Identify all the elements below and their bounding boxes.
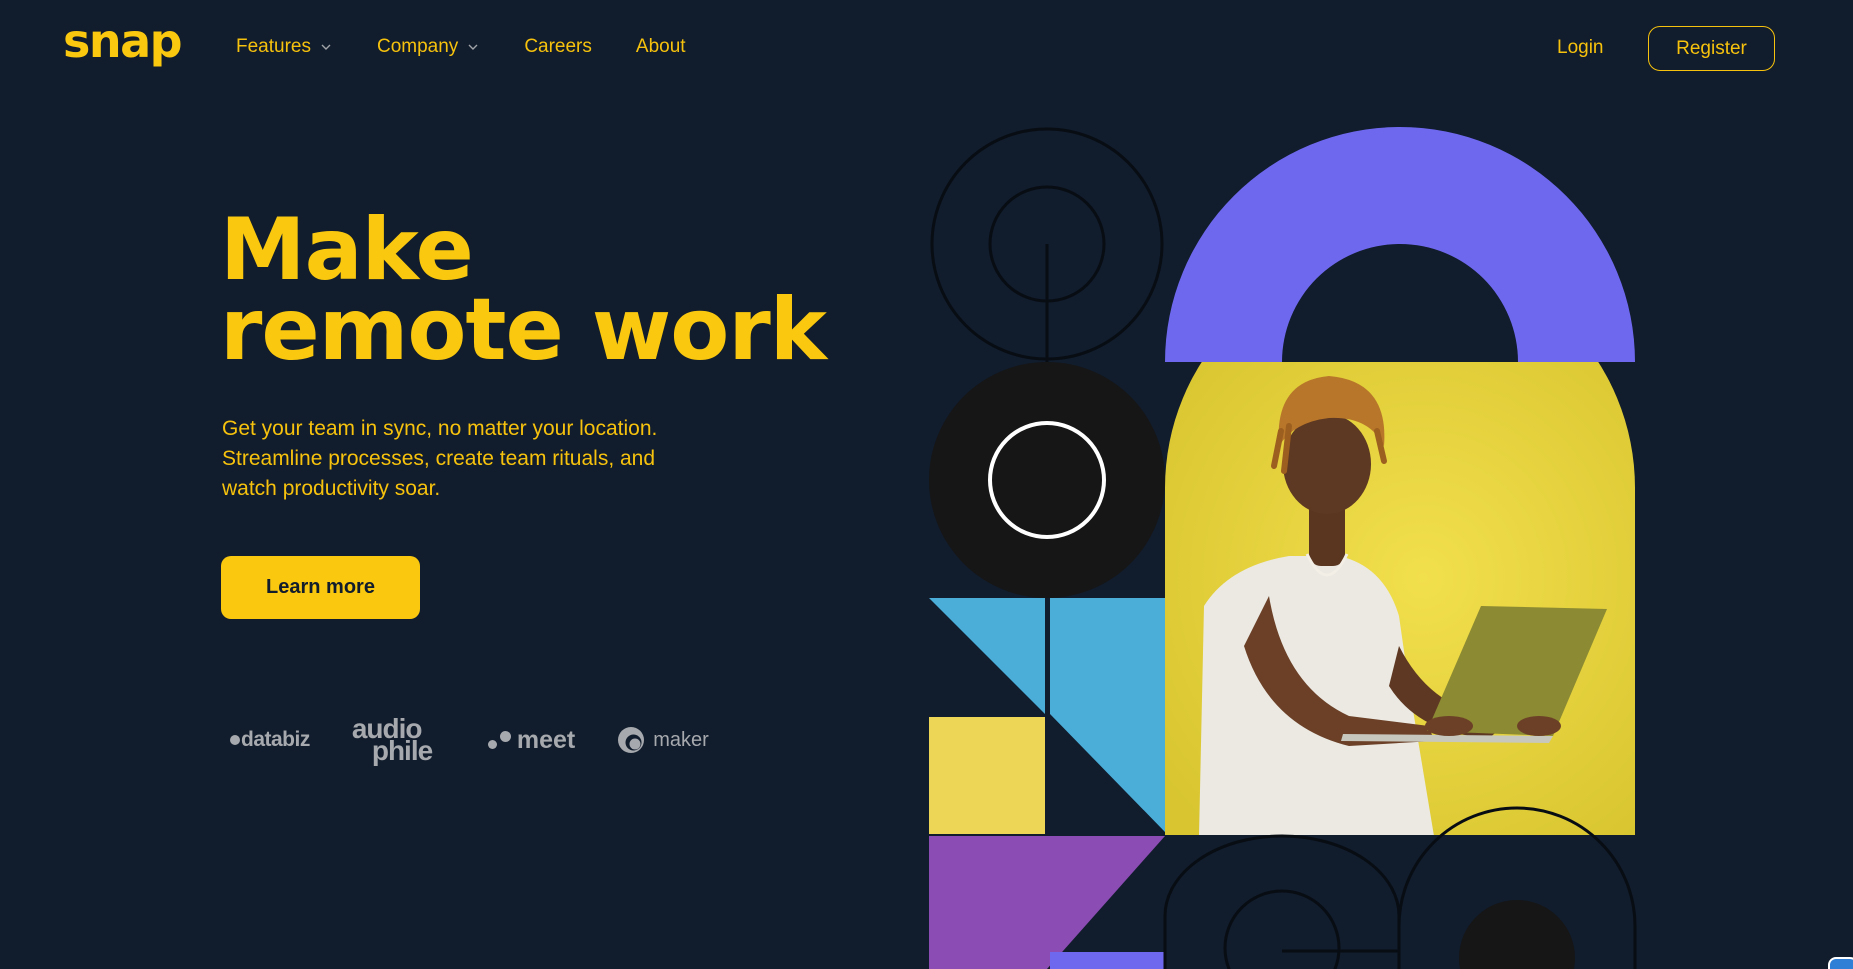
meet-dots-icon: [487, 730, 511, 749]
violet-triangle-shape: [929, 836, 1165, 969]
nav-item-careers[interactable]: Careers: [524, 36, 592, 58]
main-nav: Features Company Careers About: [236, 36, 730, 58]
chevron-down-icon: [468, 44, 478, 50]
hero-description-line: Get your team in sync, no matter your lo…: [222, 417, 658, 440]
hero-description-line: watch productivity soar.: [222, 477, 441, 500]
purple-bar-shape: [1050, 952, 1165, 969]
brand-logo[interactable]: snap: [63, 18, 183, 64]
audiophile-logo: audio phile: [352, 715, 446, 766]
register-button[interactable]: Register: [1648, 26, 1775, 71]
learn-more-button[interactable]: Learn more: [221, 556, 420, 619]
help-widget-button[interactable]: [1828, 957, 1853, 969]
hero-title-line: remote work: [220, 280, 827, 380]
blue-triangle-shape: [929, 598, 1045, 714]
nav-item-label: About: [635, 36, 686, 57]
purple-arch-shape: [1165, 127, 1635, 362]
login-link[interactable]: Login: [1557, 37, 1604, 59]
black-disc-shape: [1459, 900, 1575, 969]
landing-page: snap Features Company Careers About Logi…: [0, 0, 1853, 969]
databiz-logo-text: databiz: [241, 728, 310, 751]
yellow-square-shape: [929, 717, 1045, 834]
meet-logo: meet: [487, 725, 576, 755]
hero-title-line: Make: [220, 200, 474, 300]
nav-item-about[interactable]: About: [636, 36, 686, 58]
nav-item-features[interactable]: Features: [236, 36, 333, 58]
outline-circles-icon: [930, 127, 1164, 362]
hero-title: Make remote work: [220, 200, 827, 380]
nav-item-label: Careers: [524, 36, 592, 57]
black-disc-shape: [929, 362, 1165, 598]
client-logos: databiz audio phile meet maker: [230, 712, 709, 768]
databiz-logo: databiz: [230, 728, 310, 752]
maker-logo: maker: [617, 726, 709, 754]
nav-item-label: Features: [236, 36, 311, 57]
nav-item-label: Company: [376, 36, 459, 57]
audiophile-logo-text: phile: [371, 735, 433, 766]
hero-description: Get your team in sync, no matter your lo…: [222, 414, 742, 504]
hero-description-line: Streamline processes, create team ritual…: [222, 447, 656, 470]
hero-illustration: [929, 127, 1637, 969]
maker-logo-icon: [618, 727, 645, 753]
maker-logo-text: maker: [653, 728, 709, 751]
meet-logo-text: meet: [516, 725, 576, 754]
blue-triangle-shape: [1050, 598, 1165, 832]
person-photo: [1165, 362, 1635, 835]
chevron-down-icon: [321, 44, 331, 50]
databiz-dot-icon: [230, 735, 240, 745]
nav-item-company[interactable]: Company: [377, 36, 480, 58]
